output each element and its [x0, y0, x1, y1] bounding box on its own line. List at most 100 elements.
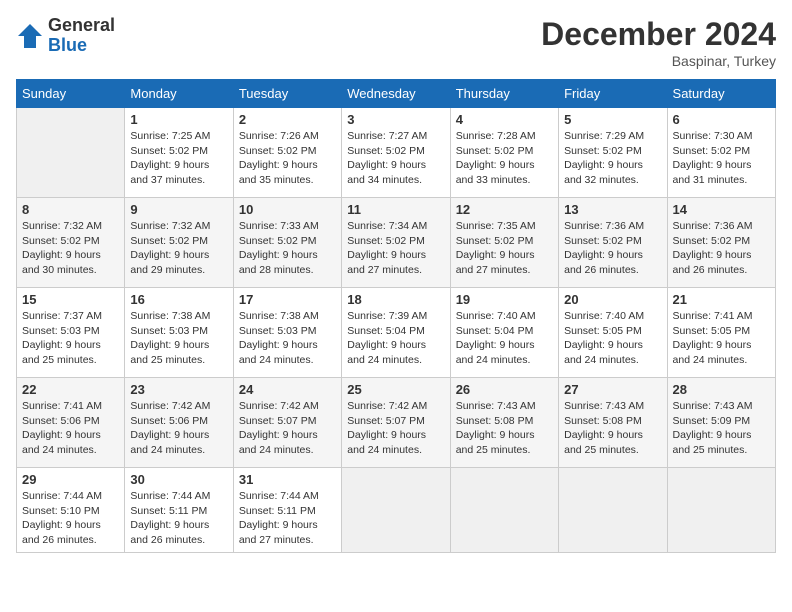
calendar-cell: 28Sunrise: 7:43 AMSunset: 5:09 PMDayligh…: [667, 378, 775, 468]
day-info-line: Daylight: 9 hours: [239, 339, 318, 351]
day-info: Sunrise: 7:41 AMSunset: 5:05 PMDaylight:…: [673, 309, 770, 368]
day-info-line: and 24 minutes.: [239, 354, 314, 366]
day-number: 8: [22, 202, 119, 217]
day-info: Sunrise: 7:39 AMSunset: 5:04 PMDaylight:…: [347, 309, 444, 368]
day-info-line: Sunrise: 7:25 AM: [130, 130, 210, 142]
day-info-line: and 24 minutes.: [347, 444, 422, 456]
calendar-cell: 24Sunrise: 7:42 AMSunset: 5:07 PMDayligh…: [233, 378, 341, 468]
day-info-line: Sunset: 5:11 PM: [130, 505, 207, 517]
day-info-line: Sunset: 5:02 PM: [239, 235, 317, 247]
day-info-line: Sunset: 5:02 PM: [564, 145, 642, 157]
calendar-cell: 16Sunrise: 7:38 AMSunset: 5:03 PMDayligh…: [125, 288, 233, 378]
day-info-line: Sunrise: 7:39 AM: [347, 310, 427, 322]
logo-icon: [16, 22, 44, 50]
day-info-line: Daylight: 9 hours: [673, 339, 752, 351]
day-info-line: Daylight: 9 hours: [456, 249, 535, 261]
day-info: Sunrise: 7:30 AM Sunset: 5:02 PM Daylight:…: [673, 129, 770, 188]
day-info-line: Sunrise: 7:30 AM: [673, 130, 753, 142]
calendar-cell: 15Sunrise: 7:37 AMSunset: 5:03 PMDayligh…: [17, 288, 125, 378]
calendar-week-row: 15Sunrise: 7:37 AMSunset: 5:03 PMDayligh…: [17, 288, 776, 378]
day-info-line: and 28 minutes.: [239, 264, 314, 276]
calendar-cell: 8 Sunrise: 7:32 AMSunset: 5:02 PMDaylight…: [17, 198, 125, 288]
day-info-line: and 24 minutes.: [347, 354, 422, 366]
day-info-line: Sunrise: 7:33 AM: [239, 220, 319, 232]
day-info-line: and 24 minutes.: [564, 354, 639, 366]
day-info-line: and 26 minutes.: [130, 534, 205, 546]
day-info-line: Sunrise: 7:26 AM: [239, 130, 319, 142]
day-number: 20: [564, 292, 661, 307]
day-info-line: Daylight: 9 hours: [456, 429, 535, 441]
day-info-line: and 37 minutes.: [130, 174, 205, 186]
day-number: 11: [347, 202, 444, 217]
calendar-cell: 19 Sunrise: 7:40 AMSunset: 5:04 PMDayligh…: [450, 288, 558, 378]
month-title: December 2024: [541, 16, 776, 53]
day-info-line: Sunrise: 7:41 AM: [673, 310, 753, 322]
day-info-line: and 25 minutes.: [130, 354, 205, 366]
logo-blue-text: Blue: [48, 36, 115, 56]
day-info-line: Sunrise: 7:43 AM: [456, 400, 536, 412]
calendar-cell: 6Sunrise: 7:30 AMSunset: 5:02 PMDaylight…: [667, 108, 775, 198]
calendar-cell: 23 Sunrise: 7:42 AMSunset: 5:06 PMDayligh…: [125, 378, 233, 468]
day-info-line: and 27 minutes.: [456, 264, 531, 276]
calendar-cell: 10Sunrise: 7:33 AMSunset: 5:02 PMDayligh…: [233, 198, 341, 288]
day-info-line: Sunrise: 7:44 AM: [22, 490, 102, 502]
calendar-cell: 1Sunrise: 7:25 AMSunset: 5:02 PMDaylight…: [125, 108, 233, 198]
weekday-header-thursday: Thursday: [450, 80, 558, 108]
day-info-line: Sunrise: 7:29 AM: [564, 130, 644, 142]
day-info-line: Sunrise: 7:44 AM: [239, 490, 319, 502]
day-info: Sunrise: 7:28 AMSunset: 5:02 PMDaylight:…: [456, 129, 553, 188]
day-info: Sunrise: 7:33 AMSunset: 5:02 PMDaylight:…: [239, 219, 336, 278]
day-info-line: Sunrise: 7:28 AM: [456, 130, 536, 142]
day-number: 10: [239, 202, 336, 217]
day-info-line: Daylight: 9 hours: [673, 249, 752, 261]
calendar-cell: 11Sunrise: 7:34 AMSunset: 5:02 PMDayligh…: [342, 198, 450, 288]
calendar-cell: 14Sunrise: 7:36 AMSunset: 5:02 PMDayligh…: [667, 198, 775, 288]
calendar-cell: 3Sunrise: 7:27 AMSunset: 5:02 PMDaylight…: [342, 108, 450, 198]
day-info-line: Sunset: 5:05 PM: [564, 325, 642, 337]
day-info: Sunrise: 7:37 AMSunset: 5:03 PMDaylight:…: [22, 309, 119, 368]
day-info-line: Daylight: 9 hours: [239, 519, 318, 531]
day-info-line: Sunset: 5:02 PM: [673, 145, 751, 157]
day-info: Sunrise: 7:40 AMSunset: 5:04 PMDaylight:…: [456, 309, 553, 368]
calendar-week-row: 1Sunrise: 7:25 AMSunset: 5:02 PMDaylight…: [17, 108, 776, 198]
day-info-line: Sunrise: 7:32 AM: [130, 220, 210, 232]
calendar-cell: 18Sunrise: 7:39 AMSunset: 5:04 PMDayligh…: [342, 288, 450, 378]
day-info-line: Daylight: 9 hours: [22, 249, 101, 261]
day-info-line: and 26 minutes.: [673, 264, 748, 276]
day-info-line: Sunrise: 7:27 AM: [347, 130, 427, 142]
day-info-line: and 31 minutes.: [673, 174, 748, 186]
day-info-line: Daylight: 9 hours: [130, 249, 209, 261]
day-info-line: Sunset: 5:02 PM: [347, 235, 425, 247]
day-info-line: Sunrise: 7:35 AM: [456, 220, 536, 232]
day-info: Sunrise: 7:27 AMSunset: 5:02 PMDaylight:…: [347, 129, 444, 188]
weekday-header-friday: Friday: [559, 80, 667, 108]
day-info: Sunrise: 7:42 AMSunset: 5:06 PMDaylight:…: [130, 399, 227, 458]
day-number: 19: [456, 292, 553, 307]
calendar-cell: [17, 108, 125, 198]
day-info-line: Sunrise: 7:42 AM: [347, 400, 427, 412]
calendar-cell: 17Sunrise: 7:38 AMSunset: 5:03 PMDayligh…: [233, 288, 341, 378]
day-info: Sunrise: 7:35 AMSunset: 5:02 PMDaylight:…: [456, 219, 553, 278]
logo-text: General Blue: [48, 16, 115, 56]
day-info: Sunrise: 7:32 AMSunset: 5:02 PMDaylight:…: [22, 219, 119, 278]
calendar-header-row: SundayMondayTuesdayWednesdayThursdayFrid…: [17, 80, 776, 108]
day-info: Sunrise: 7:44 AMSunset: 5:10 PMDaylight:…: [22, 489, 119, 548]
day-number: 23: [130, 382, 227, 397]
day-info-line: Daylight: 9 hours: [239, 159, 318, 171]
calendar-cell: 12Sunrise: 7:35 AMSunset: 5:02 PMDayligh…: [450, 198, 558, 288]
day-info: Sunrise: 7:38 AMSunset: 5:03 PMDaylight:…: [130, 309, 227, 368]
calendar-cell: 20Sunrise: 7:40 AMSunset: 5:05 PMDayligh…: [559, 288, 667, 378]
calendar-week-row: 8Sunrise: 7:32 AMSunset: 5:02 PMDaylight…: [17, 198, 776, 288]
day-info-line: Daylight: 9 hours: [347, 159, 426, 171]
calendar-cell: [667, 468, 775, 553]
day-number: 17: [239, 292, 336, 307]
day-info-line: and 32 minutes.: [564, 174, 639, 186]
day-info-line: Sunset: 5:02 PM: [130, 145, 208, 157]
day-info-line: Daylight: 9 hours: [564, 429, 643, 441]
day-info-line: Daylight: 9 hours: [673, 159, 752, 171]
day-info-line: and 25 minutes.: [673, 444, 748, 456]
day-info-line: and 26 minutes.: [564, 264, 639, 276]
day-info-line: Sunset: 5:07 PM: [239, 415, 317, 427]
day-info-line: and 25 minutes.: [22, 354, 97, 366]
day-info-line: Sunset: 5:02 PM: [456, 145, 534, 157]
